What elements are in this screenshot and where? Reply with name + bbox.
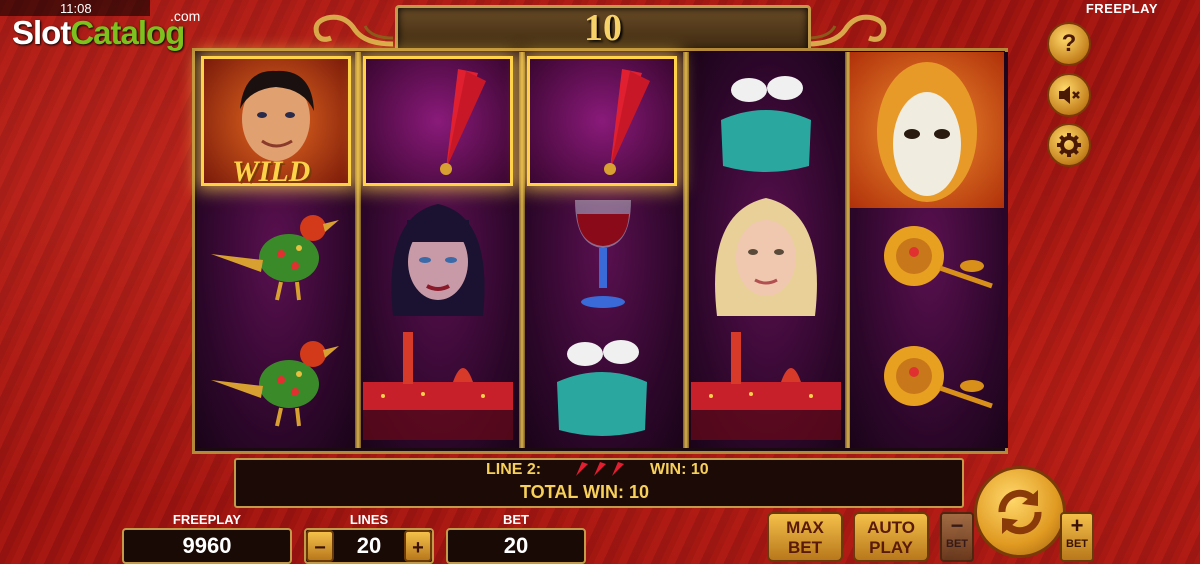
bet-decrease-button[interactable]: − BET [940, 512, 974, 562]
auto-play-button[interactable]: AUTO PLAY [853, 512, 929, 562]
symbol-wine-glass [527, 196, 677, 316]
bet-decrease-label: BET [946, 538, 968, 550]
ornament-left [313, 14, 394, 47]
logo-suffix: .com [170, 8, 201, 24]
lines-value: 20 [356, 533, 382, 558]
symbol-golden-rose [852, 206, 1002, 318]
auto-play-line1: AUTO [867, 518, 915, 537]
fan-mini-icons [576, 462, 624, 476]
freeplay-label: FREEPLAY [172, 512, 242, 527]
lines-decrease-button[interactable]: − [306, 530, 334, 562]
bet-increase-sign: + [1070, 513, 1084, 538]
gear-icon [1057, 133, 1081, 157]
symbol-doves-box [527, 322, 677, 442]
freeplay-value: 9960 [122, 528, 292, 564]
bet-value: 20 [446, 528, 586, 564]
symbol-golden-rose [852, 324, 1002, 442]
spin-refresh-icon [998, 489, 1042, 535]
bet-decrease-sign: − [950, 513, 964, 538]
bet-increase-label: BET [1066, 538, 1088, 550]
auto-play-line2: PLAY [869, 538, 913, 557]
ornament-right [806, 14, 887, 47]
win-counter: 10 [584, 7, 622, 49]
symbol-wild-man: WILD [201, 56, 351, 188]
symbol-bird [201, 196, 351, 316]
symbol-fan [363, 56, 513, 186]
speaker-muted-icon [1059, 86, 1080, 104]
symbol-blonde-woman [691, 192, 841, 316]
lines-label: LINES [349, 512, 389, 527]
sound-button[interactable] [1047, 73, 1091, 117]
symbol-bird [201, 322, 351, 442]
symbol-mask [850, 52, 1004, 208]
total-win-label: TOTAL WIN: 10 [520, 482, 650, 502]
wild-label: WILD [232, 155, 311, 188]
logo-part2: Catalog [70, 14, 185, 51]
symbol-fan [527, 56, 677, 186]
lines-increase-button[interactable]: + [404, 530, 432, 562]
help-button[interactable]: ? [1047, 22, 1091, 66]
settings-button[interactable] [1047, 123, 1091, 167]
max-bet-line2: BET [788, 538, 822, 557]
symbol-doves-box [691, 56, 841, 182]
symbol-dark-haired-woman [363, 196, 513, 316]
logo-part1: Slot [12, 14, 71, 51]
line-label: LINE 2: [486, 461, 542, 478]
symbol-venice-skyline [363, 322, 513, 442]
question-icon: ? [1061, 30, 1077, 57]
mode-label: FREEPLAY [1085, 1, 1158, 16]
bet-increase-button[interactable]: + BET [1060, 512, 1094, 562]
max-bet-line1: MAX [786, 518, 824, 537]
symbol-venice-skyline [691, 322, 841, 442]
max-bet-button[interactable]: MAX BET [767, 512, 843, 562]
bet-label: BET [503, 512, 529, 527]
win-label: WIN: 10 [650, 461, 709, 478]
spin-button[interactable] [974, 466, 1066, 558]
logo: SlotCatalog [12, 14, 185, 52]
